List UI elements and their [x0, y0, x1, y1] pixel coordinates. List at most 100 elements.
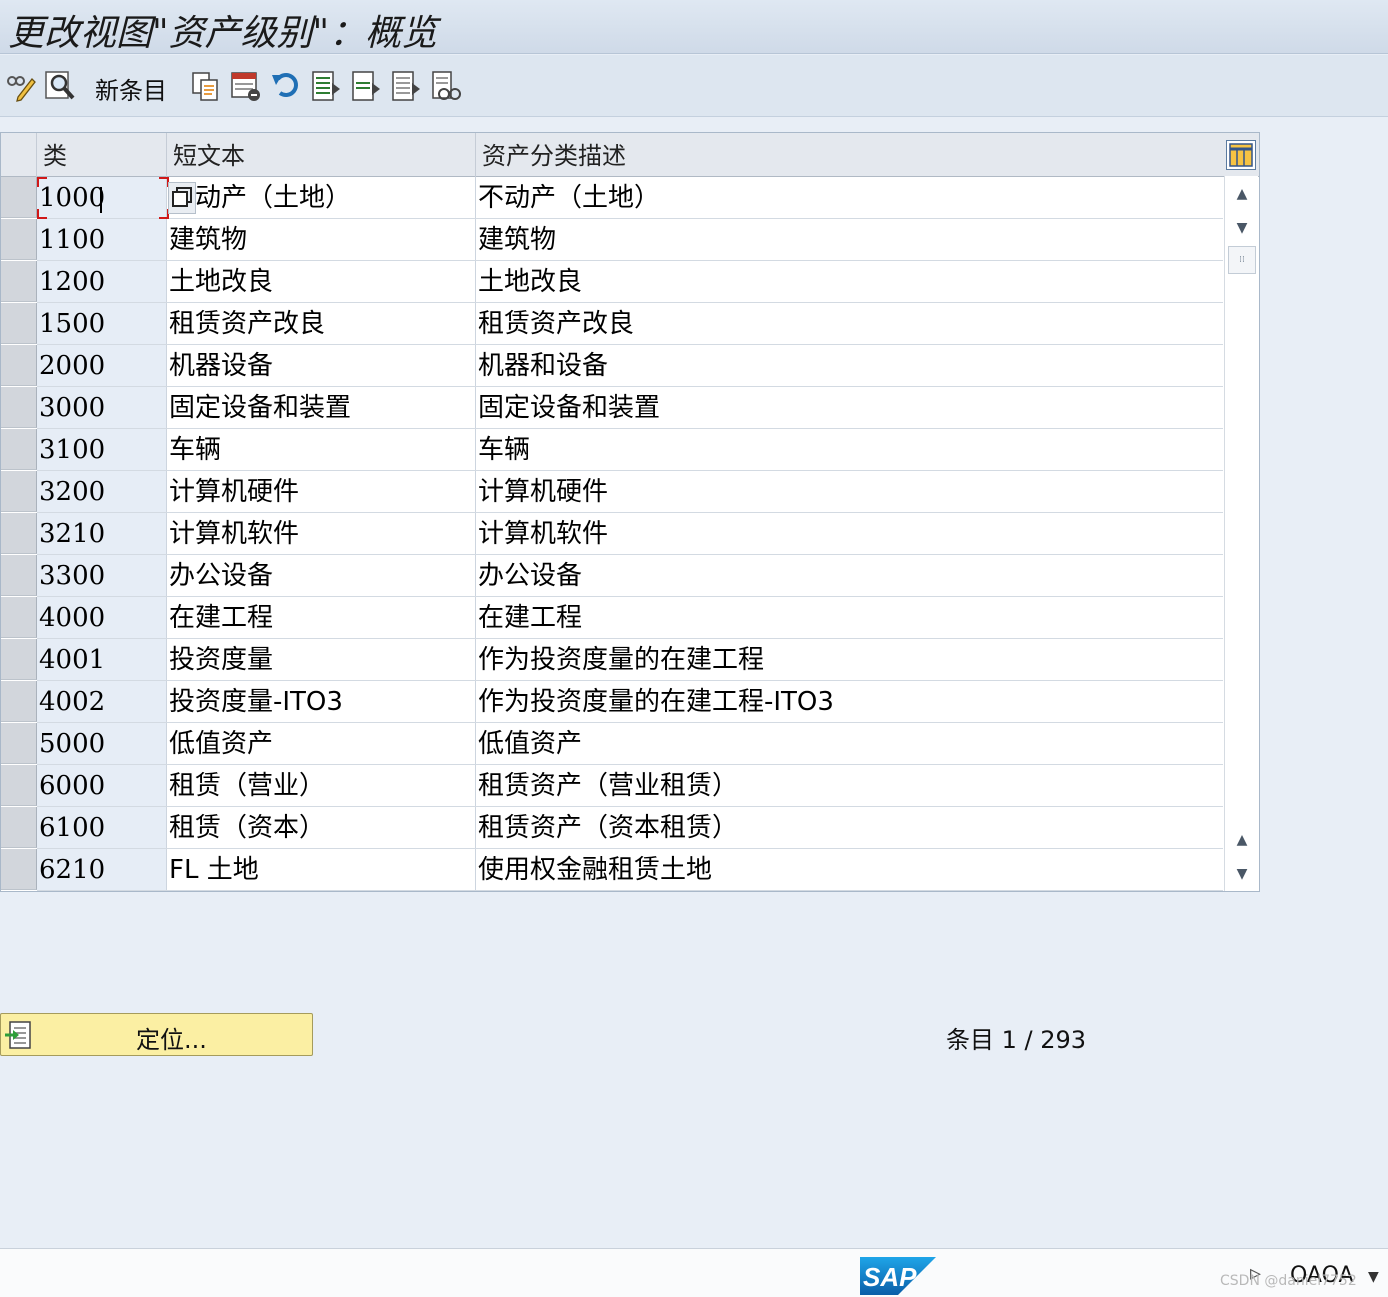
- row-selector[interactable]: [1, 723, 37, 764]
- select-block-icon[interactable]: [350, 69, 382, 103]
- delete-icon[interactable]: [230, 69, 262, 103]
- column-header-class[interactable]: 类: [37, 133, 167, 177]
- row-selector[interactable]: [1, 807, 37, 848]
- cell-asset-class[interactable]: 3100: [37, 429, 167, 470]
- cell-description[interactable]: 租赁资产改良: [476, 303, 1223, 344]
- cell-asset-class[interactable]: 6210: [37, 849, 167, 890]
- cell-short-text[interactable]: 投资度量-ITO3: [167, 681, 476, 722]
- display-change-icon[interactable]: [4, 69, 36, 103]
- row-selector[interactable]: [1, 681, 37, 722]
- cell-description[interactable]: 建筑物: [476, 219, 1223, 260]
- position-button[interactable]: 定位...: [0, 1013, 313, 1056]
- scroll-up-icon[interactable]: ▲: [1229, 180, 1255, 208]
- table-settings-icon[interactable]: [1226, 140, 1256, 170]
- cell-short-text[interactable]: 不动产（土地）: [167, 177, 476, 218]
- cell-short-text[interactable]: 固定设备和装置: [167, 387, 476, 428]
- page-up-icon[interactable]: ▲: [1229, 826, 1255, 854]
- cell-short-text[interactable]: 低值资产: [167, 723, 476, 764]
- row-selector[interactable]: [1, 177, 37, 218]
- page-title: 更改视图"资产级别"：概览: [8, 13, 438, 54]
- cell-short-text[interactable]: 车辆: [167, 429, 476, 470]
- cell-asset-class[interactable]: 1100: [37, 219, 167, 260]
- cell-description[interactable]: 使用权金融租赁土地: [476, 849, 1223, 890]
- table-row: 4001 投资度量 作为投资度量的在建工程: [37, 639, 1223, 681]
- cell-description[interactable]: 机器和设备: [476, 345, 1223, 386]
- cell-description[interactable]: 固定设备和装置: [476, 387, 1223, 428]
- cell-asset-class[interactable]: 2000: [37, 345, 167, 386]
- column-header-description[interactable]: 资产分类描述: [476, 133, 1259, 177]
- cell-description[interactable]: 低值资产: [476, 723, 1223, 764]
- cell-short-text[interactable]: FL 土地: [167, 849, 476, 890]
- cell-asset-class[interactable]: 4002: [37, 681, 167, 722]
- cell-short-text[interactable]: 计算机硬件: [167, 471, 476, 512]
- row-selector[interactable]: [1, 345, 37, 386]
- cell-asset-class[interactable]: 6000: [37, 765, 167, 806]
- table-row: 3100 车辆 车辆: [37, 429, 1223, 471]
- chevron-down-icon[interactable]: ▼: [1368, 1269, 1379, 1285]
- cell-short-text[interactable]: 土地改良: [167, 261, 476, 302]
- row-selector[interactable]: [1, 219, 37, 260]
- new-entries-button[interactable]: 新条目: [95, 71, 167, 106]
- cell-short-text[interactable]: 计算机软件: [167, 513, 476, 554]
- row-selector[interactable]: [1, 639, 37, 680]
- cell-asset-class[interactable]: 4000: [37, 597, 167, 638]
- row-selector[interactable]: [1, 261, 37, 302]
- print-icon[interactable]: [430, 69, 462, 103]
- scroll-down-icon[interactable]: ▼: [1229, 214, 1255, 242]
- row-selector[interactable]: [1, 597, 37, 638]
- cell-short-text[interactable]: 办公设备: [167, 555, 476, 596]
- cell-description[interactable]: 租赁资产（营业租赁）: [476, 765, 1223, 806]
- row-selector[interactable]: [1, 513, 37, 554]
- copy-icon[interactable]: [190, 69, 222, 103]
- row-selector[interactable]: [1, 387, 37, 428]
- table-row: 1500 租赁资产改良 租赁资产改良: [37, 303, 1223, 345]
- row-selector[interactable]: [1, 555, 37, 596]
- cell-description[interactable]: 办公设备: [476, 555, 1223, 596]
- cell-description[interactable]: 在建工程: [476, 597, 1223, 638]
- deselect-all-icon[interactable]: [390, 69, 422, 103]
- cell-asset-class[interactable]: 4001: [37, 639, 167, 680]
- cell-description[interactable]: 作为投资度量的在建工程: [476, 639, 1223, 680]
- cell-short-text[interactable]: 租赁资产改良: [167, 303, 476, 344]
- page-down-icon[interactable]: ▼: [1229, 860, 1255, 888]
- cell-asset-class[interactable]: 3210: [37, 513, 167, 554]
- cell-description[interactable]: 租赁资产（资本租赁）: [476, 807, 1223, 848]
- cell-description[interactable]: 不动产（土地）: [476, 177, 1223, 218]
- text-caret: [100, 187, 102, 213]
- table-row: 5000 低值资产 低值资产: [37, 723, 1223, 765]
- cell-short-text[interactable]: 租赁（营业）: [167, 765, 476, 806]
- row-selector[interactable]: [1, 765, 37, 806]
- cell-asset-class[interactable]: 1000: [37, 177, 167, 218]
- cell-description[interactable]: 计算机硬件: [476, 471, 1223, 512]
- cell-description[interactable]: 作为投资度量的在建工程-ITO3: [476, 681, 1223, 722]
- cell-short-text[interactable]: 租赁（资本）: [167, 807, 476, 848]
- cell-asset-class[interactable]: 6100: [37, 807, 167, 848]
- cell-asset-class[interactable]: 3300: [37, 555, 167, 596]
- select-all-icon[interactable]: [310, 69, 342, 103]
- scroll-thumb[interactable]: ⁞⁞: [1228, 246, 1256, 274]
- row-selector[interactable]: [1, 303, 37, 344]
- cell-asset-class[interactable]: 3200: [37, 471, 167, 512]
- undo-icon[interactable]: [270, 69, 302, 103]
- table-row: 1000 不动产（土地） 不动产（土地）: [37, 177, 1223, 219]
- value-help-icon[interactable]: [168, 182, 196, 214]
- find-icon[interactable]: [44, 69, 76, 103]
- cell-short-text[interactable]: 机器设备: [167, 345, 476, 386]
- cell-short-text[interactable]: 建筑物: [167, 219, 476, 260]
- vertical-scrollbar[interactable]: ▲ ▼ ⁞⁞ ▲ ▼: [1224, 176, 1258, 891]
- row-selector[interactable]: [1, 471, 37, 512]
- header-select-all[interactable]: [1, 133, 37, 177]
- cell-short-text[interactable]: 在建工程: [167, 597, 476, 638]
- cell-description[interactable]: 土地改良: [476, 261, 1223, 302]
- row-selector[interactable]: [1, 849, 37, 890]
- cell-short-text[interactable]: 投资度量: [167, 639, 476, 680]
- cell-asset-class[interactable]: 1200: [37, 261, 167, 302]
- cell-asset-class[interactable]: 5000: [37, 723, 167, 764]
- cell-description[interactable]: 车辆: [476, 429, 1223, 470]
- row-selector[interactable]: [1, 429, 37, 470]
- column-header-short-text[interactable]: 短文本: [167, 133, 476, 177]
- cell-asset-class[interactable]: 3000: [37, 387, 167, 428]
- cell-description[interactable]: 计算机软件: [476, 513, 1223, 554]
- cell-asset-class[interactable]: 1500: [37, 303, 167, 344]
- watermark: CSDN @daniel7752: [1220, 1273, 1357, 1289]
